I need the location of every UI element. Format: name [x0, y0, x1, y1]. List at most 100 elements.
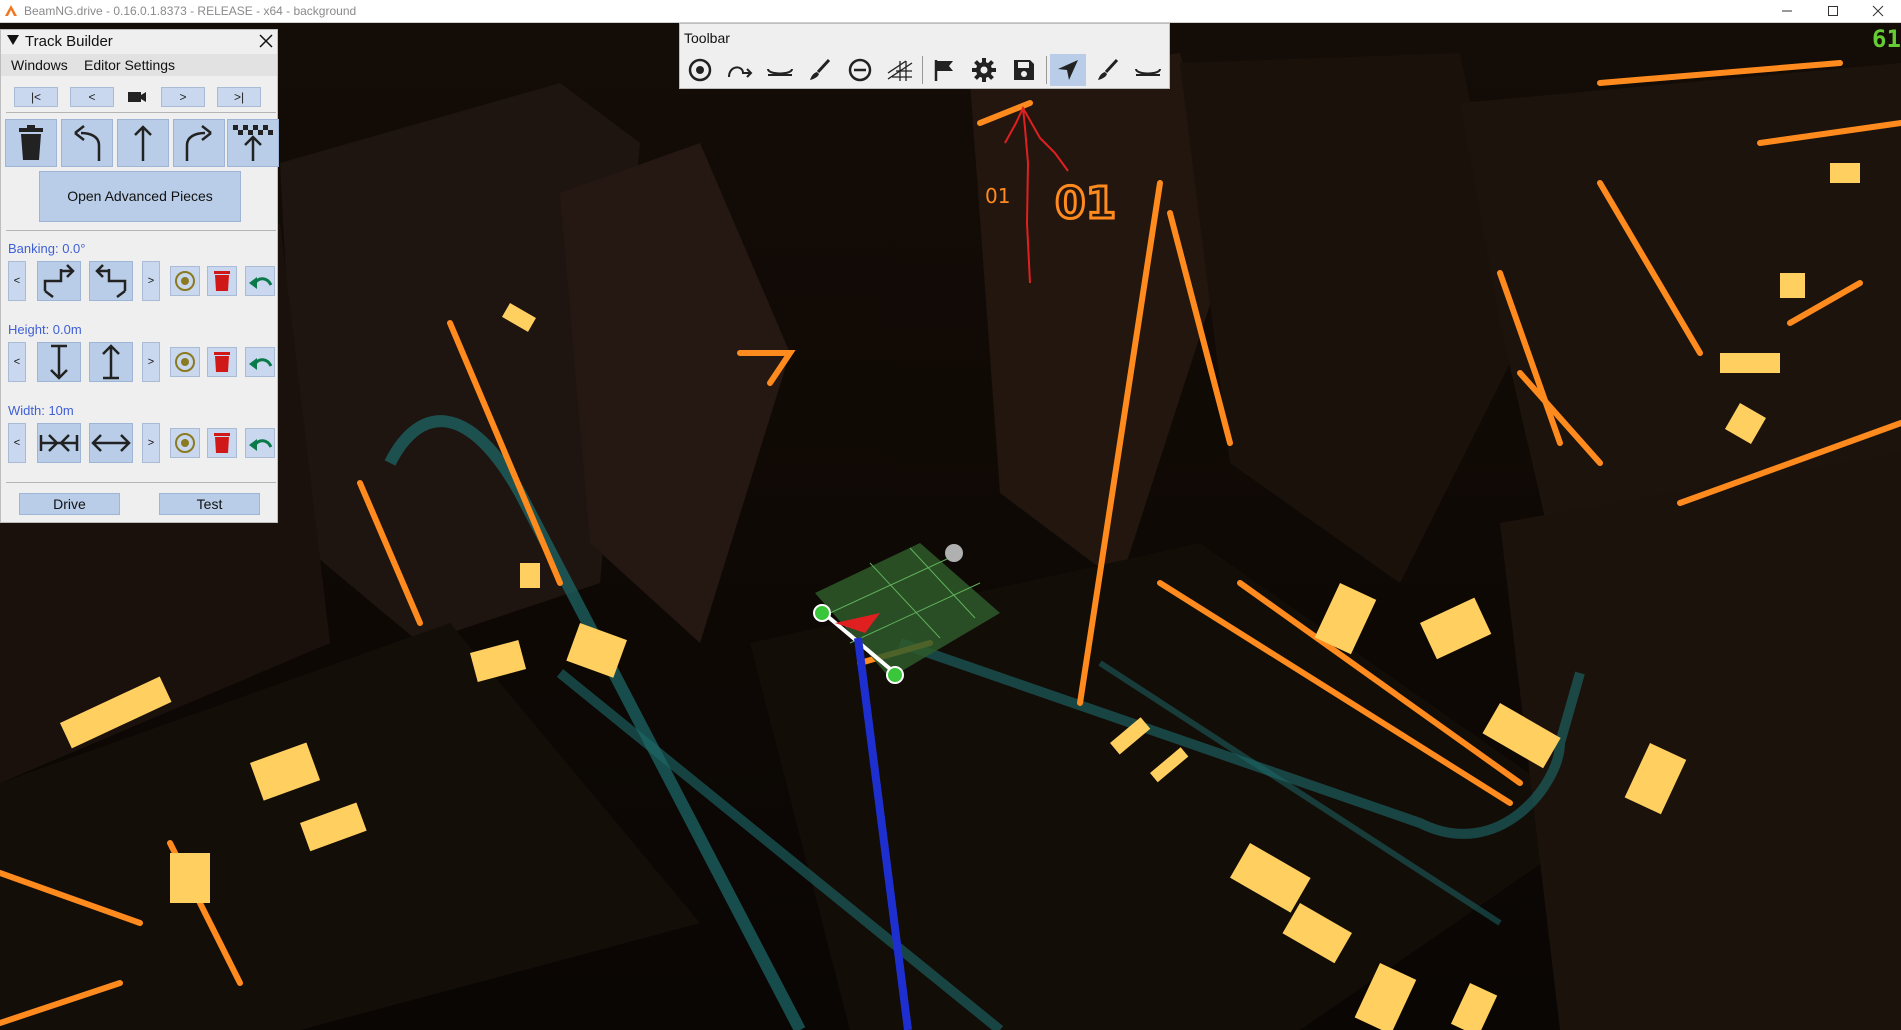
- toolbar-navigate-button[interactable]: [1050, 54, 1086, 86]
- width-reset-button[interactable]: [207, 428, 237, 458]
- minus-circle-icon: [848, 58, 872, 82]
- undo-icon: [249, 358, 273, 370]
- menu-editor-settings[interactable]: Editor Settings: [84, 57, 175, 73]
- nav-last-button[interactable]: >|: [217, 87, 261, 107]
- maximize-icon: [1828, 6, 1838, 16]
- paint-icon: [1098, 58, 1119, 80]
- width-undo-button[interactable]: [245, 428, 275, 458]
- height-down-button[interactable]: [37, 342, 81, 382]
- nav-first-button[interactable]: |<: [14, 87, 58, 107]
- toolbar-flag-button[interactable]: [926, 54, 962, 86]
- height-undo-button[interactable]: [245, 347, 275, 377]
- bank-left-button[interactable]: [37, 261, 81, 301]
- flag-icon: [934, 60, 953, 81]
- banking-reset-button[interactable]: [207, 266, 237, 296]
- straight-icon: [134, 125, 152, 161]
- banking-next-button[interactable]: >: [142, 261, 160, 301]
- banking-undo-button[interactable]: [245, 266, 275, 296]
- width-widen-button[interactable]: [89, 423, 133, 463]
- minimize-button[interactable]: [1764, 0, 1810, 22]
- toolbar-road-flat-button[interactable]: [1130, 54, 1166, 86]
- toolbar-path-button[interactable]: [722, 54, 758, 86]
- height-up-button[interactable]: [89, 342, 133, 382]
- building-number-decal-small: 01: [985, 184, 1010, 208]
- toolbar-settings-button[interactable]: [966, 54, 1002, 86]
- beamng-app-icon: [5, 5, 17, 16]
- bank-left-icon: [43, 264, 75, 298]
- height-prev-button[interactable]: <: [8, 342, 26, 382]
- height-next-button[interactable]: >: [142, 342, 160, 382]
- width-prev-button[interactable]: <: [8, 423, 26, 463]
- height-down-icon: [50, 344, 68, 380]
- finish-line-icon: [233, 125, 273, 161]
- city-scene: 01 01: [0, 23, 1901, 1030]
- delete-piece-button[interactable]: [5, 119, 57, 167]
- toolbar-grid-button[interactable]: [882, 54, 918, 86]
- brush-icon: [810, 58, 831, 80]
- banking-target-button[interactable]: [170, 266, 200, 296]
- maximize-button[interactable]: [1810, 0, 1856, 22]
- finish-line-button[interactable]: [227, 119, 279, 167]
- trash-icon: [19, 125, 43, 160]
- road-icon: [767, 68, 793, 76]
- toolbar-divider: [1046, 56, 1047, 84]
- toolbar-save-button[interactable]: [1006, 54, 1042, 86]
- menu-windows[interactable]: Windows: [11, 57, 68, 73]
- width-label: Width: 10m: [8, 403, 74, 418]
- bank-right-icon: [95, 264, 127, 298]
- width-narrow-button[interactable]: [37, 423, 81, 463]
- undo-icon: [249, 439, 273, 451]
- height-reset-button[interactable]: [207, 347, 237, 377]
- target-icon: [175, 271, 195, 291]
- turn-right-button[interactable]: [173, 119, 225, 167]
- road-flat-icon: [1135, 68, 1161, 76]
- toolbar-window: Toolbar: [679, 23, 1170, 89]
- target-icon: [175, 352, 195, 372]
- toolbar-remove-button[interactable]: [842, 54, 878, 86]
- track-builder-header: Track Builder: [1, 30, 277, 52]
- target-icon: [688, 58, 712, 82]
- width-widen-icon: [91, 434, 131, 452]
- path-icon: [728, 66, 753, 78]
- bank-right-button[interactable]: [89, 261, 133, 301]
- game-viewport[interactable]: 01 01: [0, 23, 1901, 1030]
- separator: [6, 482, 276, 483]
- toolbar-road-button[interactable]: [762, 54, 798, 86]
- nav-next-button[interactable]: >: [161, 87, 205, 107]
- turn-left-icon: [74, 125, 101, 161]
- straight-button[interactable]: [117, 119, 169, 167]
- separator: [6, 112, 276, 113]
- open-advanced-pieces-button[interactable]: Open Advanced Pieces: [39, 171, 241, 222]
- width-target-button[interactable]: [170, 428, 200, 458]
- height-label: Height: 0.0m: [8, 322, 82, 337]
- turn-left-button[interactable]: [61, 119, 113, 167]
- camera-button[interactable]: [126, 88, 148, 106]
- height-up-icon: [102, 344, 120, 380]
- test-button[interactable]: Test: [159, 493, 260, 515]
- close-icon: [1872, 5, 1884, 17]
- toolbar-brush-button[interactable]: [802, 54, 838, 86]
- target-icon: [175, 433, 195, 453]
- toolbar-paint-button[interactable]: [1090, 54, 1126, 86]
- trash-icon: [214, 352, 230, 372]
- height-target-button[interactable]: [170, 347, 200, 377]
- navigate-icon: [1058, 60, 1078, 80]
- drive-button[interactable]: Drive: [19, 493, 120, 515]
- gear-icon: [972, 58, 996, 82]
- window-title: BeamNG.drive - 0.16.0.1.8373 - RELEASE -…: [24, 4, 357, 18]
- close-window-button[interactable]: [1855, 0, 1901, 22]
- close-icon[interactable]: [257, 32, 275, 50]
- trash-icon: [214, 271, 230, 291]
- toolbar-target-button[interactable]: [682, 54, 718, 86]
- width-next-button[interactable]: >: [142, 423, 160, 463]
- collapse-triangle-icon[interactable]: [7, 34, 19, 46]
- fps-counter: 61: [1872, 25, 1901, 53]
- grid-ramp-icon: [887, 60, 913, 81]
- window-title-bar: BeamNG.drive - 0.16.0.1.8373 - RELEASE -…: [0, 0, 1901, 23]
- track-builder-menubar: Windows Editor Settings: [1, 54, 277, 76]
- save-icon: [1014, 60, 1034, 80]
- banking-prev-button[interactable]: <: [8, 261, 26, 301]
- turn-right-icon: [185, 125, 212, 161]
- nav-prev-button[interactable]: <: [70, 87, 114, 107]
- separator: [6, 230, 276, 231]
